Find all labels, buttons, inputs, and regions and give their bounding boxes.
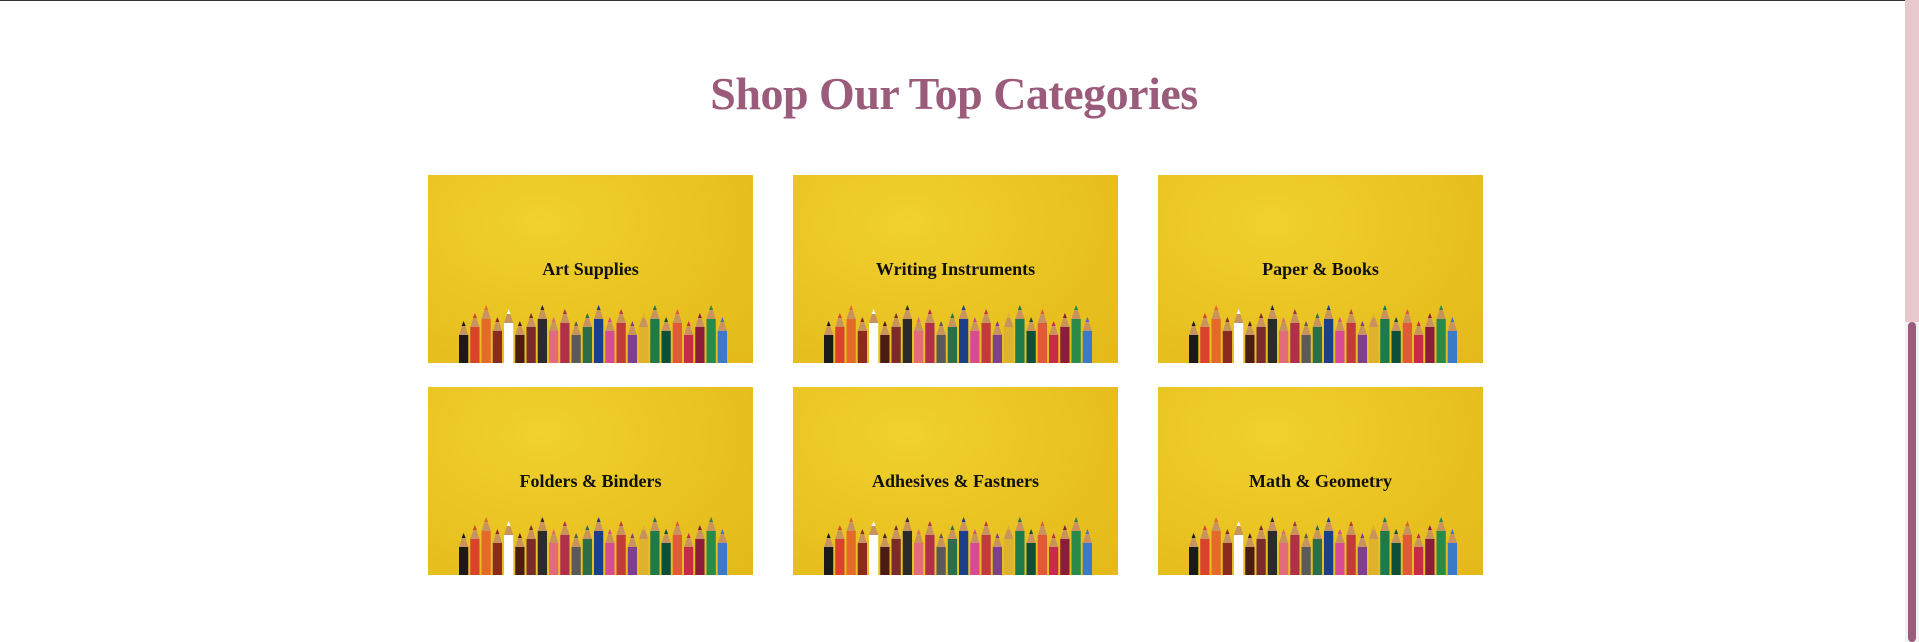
category-card-paper-books[interactable]: Paper & Books xyxy=(1158,175,1483,363)
pencils-image xyxy=(1189,305,1457,363)
scrollbar-thumb[interactable] xyxy=(1908,322,1916,642)
category-card-art-supplies[interactable]: Art Supplies xyxy=(428,175,753,363)
pencils-image xyxy=(459,517,727,575)
pencils-image xyxy=(824,305,1092,363)
category-card-writing-instruments[interactable]: Writing Instruments xyxy=(793,175,1118,363)
category-grid: Art Supplies Writing Instruments Paper &… xyxy=(428,175,1483,575)
pencils-image xyxy=(824,517,1092,575)
top-divider xyxy=(0,0,1905,1)
category-label: Art Supplies xyxy=(542,259,639,279)
category-card-folders-binders[interactable]: Folders & Binders xyxy=(428,387,753,575)
category-card-adhesives-fastners[interactable]: Adhesives & Fastners xyxy=(793,387,1118,575)
vertical-scrollbar[interactable] xyxy=(1905,0,1919,642)
category-label: Math & Geometry xyxy=(1249,471,1392,491)
category-label: Writing Instruments xyxy=(875,259,1036,279)
category-label: Paper & Books xyxy=(1262,259,1379,279)
page: Shop Our Top Categories Art Supplies Wri… xyxy=(0,0,1919,642)
category-label: Adhesives & Fastners xyxy=(872,471,1039,491)
pencils-image xyxy=(459,305,727,363)
category-card-math-geometry[interactable]: Math & Geometry xyxy=(1158,387,1483,575)
section-title: Shop Our Top Categories xyxy=(710,68,1198,119)
scrollbar-track[interactable] xyxy=(1905,0,1919,322)
category-label: Folders & Binders xyxy=(519,471,662,491)
pencils-image xyxy=(1189,517,1457,575)
